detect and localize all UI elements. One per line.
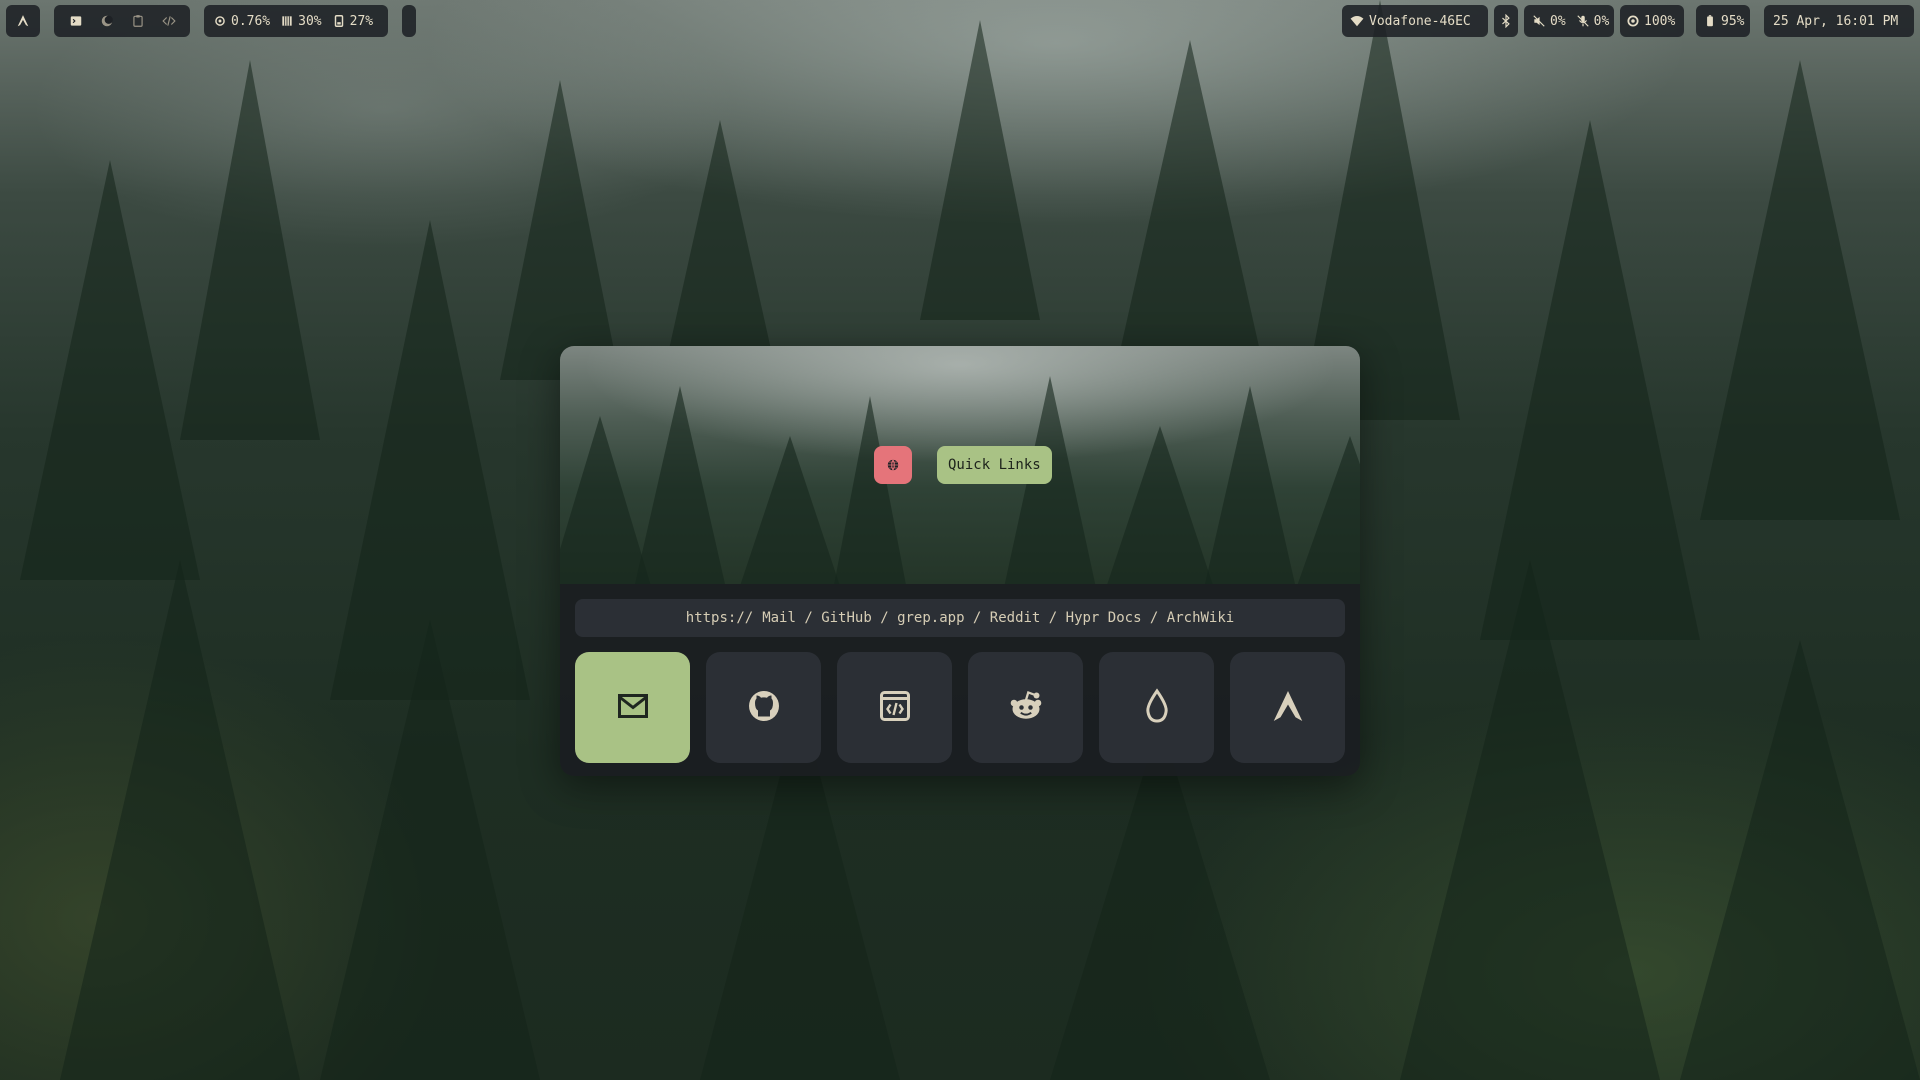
widget-header-image: Quick Links xyxy=(560,346,1360,584)
battery-status[interactable]: 95% xyxy=(1696,5,1750,37)
link-tile-archwiki[interactable] xyxy=(1230,652,1345,763)
cpu-icon xyxy=(213,14,227,28)
url-links: Mail / GitHub / grep.app / Reddit / Hypr… xyxy=(762,610,1235,626)
launcher-button[interactable] xyxy=(6,5,40,37)
reddit-icon xyxy=(1008,688,1044,728)
disk-value: 27% xyxy=(349,13,374,29)
terminal-icon[interactable] xyxy=(69,14,83,28)
volume-muted-icon xyxy=(1532,14,1546,28)
quick-links-title: Quick Links xyxy=(937,446,1052,484)
top-bar: 0.76% 30% 27% Vodafone-46EC 0% 0% 100% 9… xyxy=(6,5,1914,37)
system-stats: 0.76% 30% 27% xyxy=(204,5,388,37)
memory-icon xyxy=(280,14,294,28)
tray-divider xyxy=(402,5,416,37)
volume-status[interactable]: 0% xyxy=(1527,14,1571,29)
droplet-icon xyxy=(1139,687,1175,728)
github-icon xyxy=(746,688,782,728)
audio-status[interactable]: 0% 0% xyxy=(1524,5,1614,37)
moon-icon[interactable] xyxy=(100,14,114,28)
quick-links-widget: Quick Links https:// Mail / GitHub / gre… xyxy=(560,346,1360,776)
code-icon[interactable] xyxy=(161,14,176,28)
url-prefix: https:// xyxy=(685,610,754,626)
link-tiles xyxy=(575,652,1345,763)
datetime-text: 25 Apr, 16:01 PM xyxy=(1773,13,1899,29)
disk-usage: 27% xyxy=(327,14,378,29)
mail-icon xyxy=(615,688,651,728)
battery-value: 95% xyxy=(1721,13,1745,29)
memory-usage: 30% xyxy=(275,14,326,29)
mic-value: 0% xyxy=(1593,13,1610,29)
volume-value: 0% xyxy=(1550,13,1566,29)
wifi-name: Vodafone-46EC xyxy=(1369,13,1471,29)
memory-value: 30% xyxy=(298,13,322,29)
arch-icon xyxy=(16,14,30,28)
mic-muted-icon xyxy=(1576,14,1590,28)
wifi-status[interactable]: Vodafone-46EC xyxy=(1342,5,1488,37)
link-tile-github[interactable] xyxy=(706,652,821,763)
clipboard-icon[interactable] xyxy=(131,14,145,28)
wifi-icon xyxy=(1350,14,1364,28)
bluetooth-icon xyxy=(1499,14,1513,28)
globe-button[interactable] xyxy=(874,446,912,484)
link-tile-mail[interactable] xyxy=(575,652,690,763)
mic-status[interactable]: 0% xyxy=(1571,14,1615,29)
cpu-usage: 0.76% xyxy=(208,14,275,29)
brightness-value: 100% xyxy=(1644,13,1676,29)
url-bar[interactable]: https:// Mail / GitHub / grep.app / Redd… xyxy=(575,599,1345,637)
battery-icon xyxy=(1703,14,1717,28)
link-tile-grep-app[interactable] xyxy=(837,652,952,763)
link-tile-reddit[interactable] xyxy=(968,652,1083,763)
cpu-value: 0.76% xyxy=(231,13,271,29)
globe-icon xyxy=(886,458,900,472)
clock[interactable]: 25 Apr, 16:01 PM xyxy=(1764,5,1914,37)
brightness-status[interactable]: 100% xyxy=(1620,5,1684,37)
brightness-icon xyxy=(1626,14,1640,28)
disk-icon xyxy=(332,14,346,28)
workspace-switcher xyxy=(54,5,190,37)
code-window-icon xyxy=(877,688,913,728)
bluetooth-button[interactable] xyxy=(1494,5,1518,37)
arch-icon xyxy=(1270,688,1306,728)
link-tile-hypr-docs[interactable] xyxy=(1099,652,1214,763)
